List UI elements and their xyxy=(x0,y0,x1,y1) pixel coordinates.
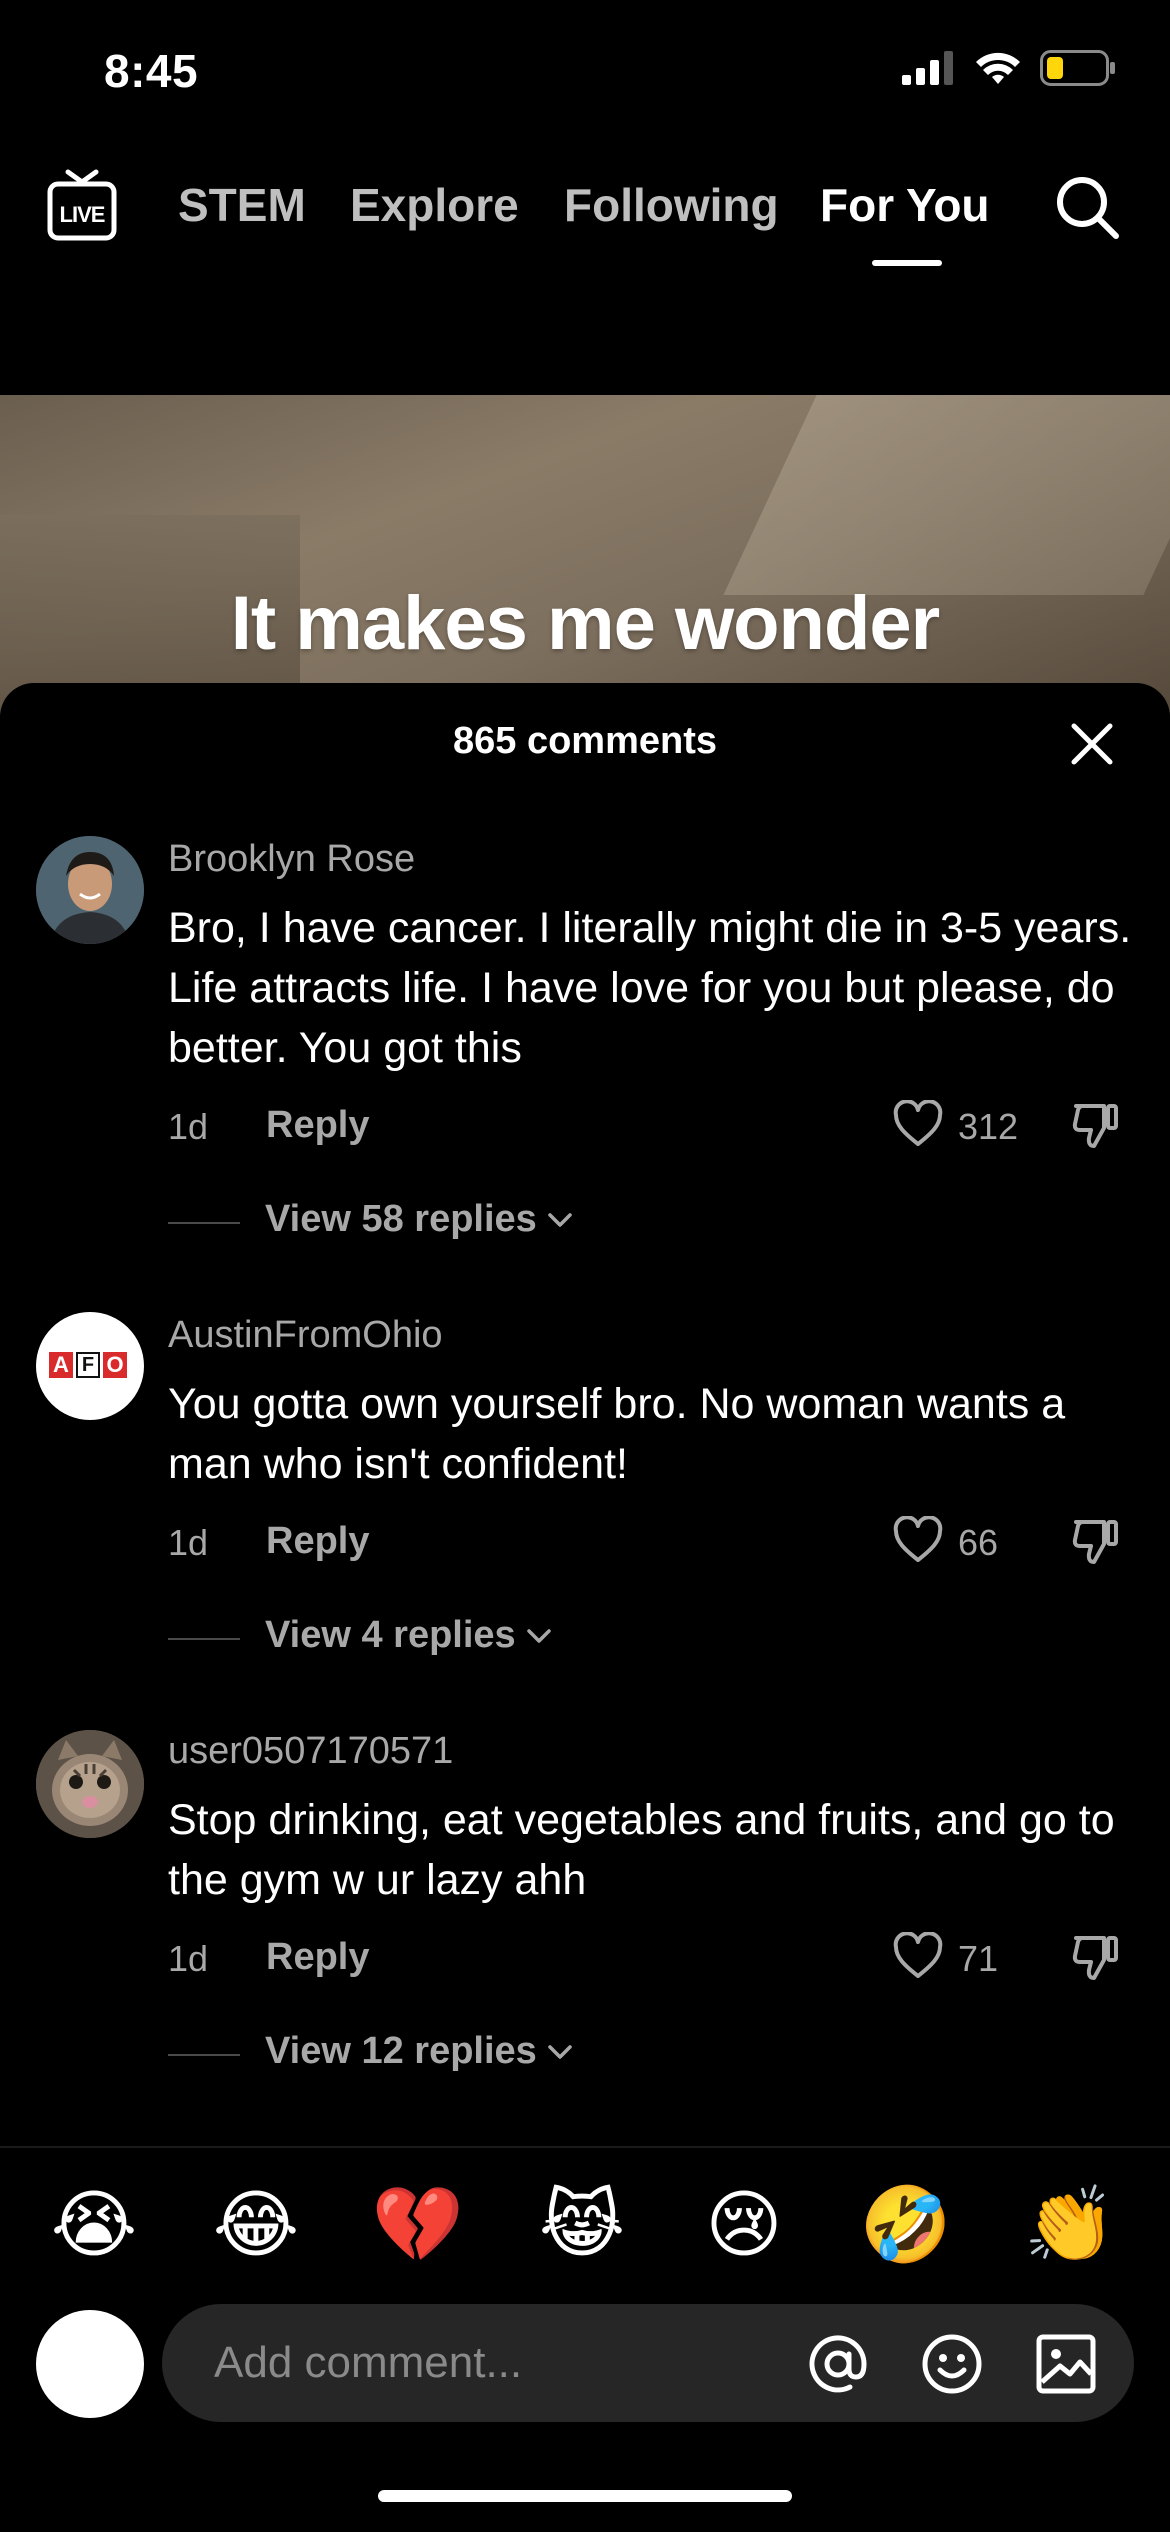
video-scene xyxy=(723,395,1170,595)
replies-divider xyxy=(168,2054,240,2056)
smiley-face-icon xyxy=(922,2334,982,2394)
dislike-button[interactable] xyxy=(1070,1930,1122,1982)
emoji-clapping[interactable]: 👏 xyxy=(1020,2180,1120,2270)
close-icon xyxy=(1071,723,1113,765)
avatar[interactable]: A F O xyxy=(36,1312,144,1420)
heart-icon xyxy=(893,1099,943,1146)
thumbs-down-icon xyxy=(1072,1104,1118,1148)
like-count: 71 xyxy=(958,1938,999,1979)
emoji-tears-of-joy[interactable]: 😂 xyxy=(206,2180,306,2270)
chevron-down-icon xyxy=(526,1628,551,1643)
video-caption: It makes me wonder xyxy=(230,581,941,666)
like-button[interactable] xyxy=(892,1931,944,1980)
comment-text: You gotta own yourself bro. No woman wan… xyxy=(168,1380,1066,1488)
comment-time: 1d xyxy=(168,1522,209,1563)
comment-text: Bro, I have cancer. I literally might di… xyxy=(168,904,1132,1072)
like-count: 66 xyxy=(958,1522,999,1563)
emoji-rofl[interactable]: 🤣 xyxy=(856,2180,956,2270)
home-indicator[interactable] xyxy=(378,2490,792,2502)
replies-divider xyxy=(168,1638,240,1640)
comment-time: 1d xyxy=(168,1938,209,1979)
view-replies-label: View 58 replies xyxy=(265,1198,537,1240)
reply-button[interactable]: Reply xyxy=(266,1104,369,1147)
live-button[interactable]: LIVE xyxy=(46,168,118,244)
emoji-loudly-crying[interactable]: 😭 xyxy=(44,2180,144,2270)
view-replies-button[interactable]: View 12 replies xyxy=(265,2030,573,2073)
dislike-button[interactable] xyxy=(1070,1098,1122,1150)
heart-icon xyxy=(893,1515,943,1562)
video-player[interactable] xyxy=(0,395,1170,715)
like-button[interactable] xyxy=(892,1099,944,1148)
at-sign-icon xyxy=(809,2335,867,2393)
search-icon xyxy=(1057,177,1119,239)
comment-username[interactable]: user0507170571 xyxy=(168,1730,453,1773)
wifi-icon xyxy=(976,52,1020,84)
emoji-crying[interactable]: 😢 xyxy=(694,2180,794,2270)
cellular-signal-icon xyxy=(902,51,953,85)
avatar[interactable] xyxy=(36,836,144,944)
comments-count-title: 865 comments xyxy=(452,720,717,762)
person-photo-avatar-icon xyxy=(36,836,144,944)
dislike-button[interactable] xyxy=(1070,1514,1122,1566)
close-comments-button[interactable] xyxy=(1068,720,1116,768)
like-count: 312 xyxy=(958,1106,1019,1147)
view-replies-label: View 4 replies xyxy=(265,1614,516,1656)
active-tab-indicator xyxy=(872,260,942,266)
avatar-letter: F xyxy=(76,1352,100,1378)
tab-stem[interactable]: STEM xyxy=(178,178,306,232)
comment-username[interactable]: Brooklyn Rose xyxy=(168,838,415,881)
tab-following[interactable]: Following xyxy=(564,178,779,232)
afo-logo-avatar: A F O xyxy=(49,1352,127,1378)
tab-for-you[interactable]: For You xyxy=(820,178,990,232)
attach-image-button[interactable] xyxy=(1034,2332,1098,2396)
kitten-photo-avatar-icon xyxy=(36,1730,144,1838)
view-replies-label: View 12 replies xyxy=(265,2030,537,2072)
add-comment-input[interactable] xyxy=(212,2332,776,2394)
view-replies-button[interactable]: View 4 replies xyxy=(265,1614,552,1657)
replies-divider xyxy=(168,1222,240,1224)
view-replies-button[interactable]: View 58 replies xyxy=(265,1198,573,1241)
chevron-down-icon xyxy=(548,2044,572,2059)
live-label: LIVE xyxy=(59,202,106,227)
chevron-down-icon xyxy=(548,1212,572,1227)
comment-username[interactable]: AustinFromOhio xyxy=(168,1314,443,1357)
search-button[interactable] xyxy=(1052,172,1122,242)
reply-button[interactable]: Reply xyxy=(266,1520,369,1563)
comment-text: Stop drinking, eat vegetables and fruits… xyxy=(168,1796,1115,1904)
reply-button[interactable]: Reply xyxy=(266,1936,369,1979)
avatar[interactable] xyxy=(36,1730,144,1838)
mention-button[interactable] xyxy=(806,2332,870,2396)
emoji-cat-tears-of-joy[interactable]: 😹 xyxy=(532,2180,632,2270)
emoji-bar-divider xyxy=(0,2146,1170,2148)
battery-icon xyxy=(1040,50,1115,86)
thumbs-down-icon xyxy=(1072,1936,1118,1980)
like-button[interactable] xyxy=(892,1515,944,1564)
emoji-picker-button[interactable] xyxy=(920,2332,984,2396)
heart-icon xyxy=(893,1931,943,1978)
emoji-broken-heart[interactable]: 💔 xyxy=(368,2180,468,2270)
status-time: 8:45 xyxy=(104,45,199,97)
tab-explore[interactable]: Explore xyxy=(350,178,519,232)
thumbs-down-icon xyxy=(1072,1520,1118,1564)
avatar-letter: O xyxy=(103,1352,127,1378)
image-icon xyxy=(1036,2334,1096,2394)
status-icons xyxy=(902,50,1116,86)
comment-time: 1d xyxy=(168,1106,209,1147)
my-avatar[interactable] xyxy=(36,2310,144,2418)
avatar-letter: A xyxy=(49,1352,73,1378)
